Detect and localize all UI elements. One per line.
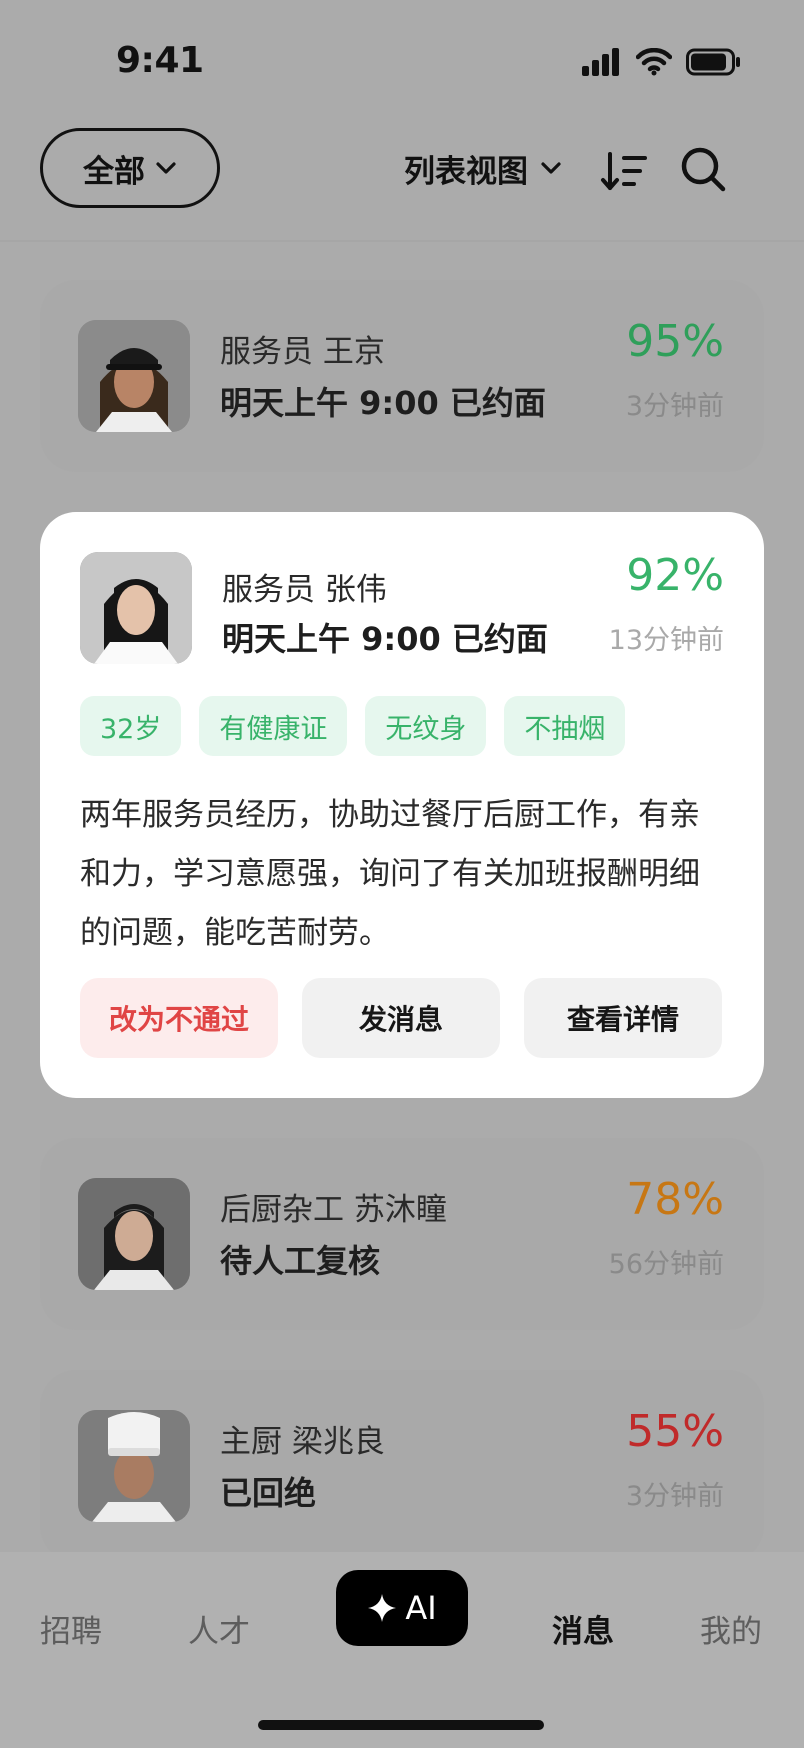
search-icon[interactable]: [678, 144, 728, 194]
avatar: [80, 552, 192, 664]
candidate-title: 后厨杂工 苏沐瞳: [220, 1184, 447, 1229]
battery-icon: [686, 48, 740, 76]
candidate-role: 服务员: [220, 334, 313, 370]
candidate-role: 后厨杂工: [220, 1192, 344, 1228]
send-message-button[interactable]: 发消息: [302, 978, 500, 1058]
view-mode-dropdown[interactable]: 列表视图: [404, 140, 562, 196]
status-bar: 9:41: [0, 0, 804, 120]
candidate-summary: 两年服务员经历，协助过餐厅后厨工作，有亲和力，学习意愿强，询问了有关加班报酬明细…: [80, 797, 700, 951]
candidate-card[interactable]: 主厨 梁兆良 已回绝 55% 3分钟前: [40, 1370, 764, 1562]
sort-icon[interactable]: [600, 148, 648, 196]
candidate-title: 服务员 王京: [220, 326, 385, 371]
candidate-card[interactable]: 服务员 王京 明天上午 9:00 已约面 95% 3分钟前: [40, 280, 764, 472]
match-score: 78%: [626, 1174, 724, 1225]
candidate-name: 苏沐瞳: [353, 1192, 447, 1228]
screen: 9:41 全部 列表视图 服务员 王京 明天上午 9:00 已约面 95% 3分…: [0, 0, 804, 1748]
time-ago: 56分钟前: [608, 1249, 724, 1280]
avatar: [78, 320, 190, 432]
candidate-name: 张伟: [324, 572, 387, 608]
toolbar-divider: [0, 240, 804, 242]
candidate-role: 服务员: [222, 572, 315, 608]
candidate-name: 梁兆良: [291, 1424, 385, 1460]
wifi-icon: [636, 48, 672, 76]
tab-talent[interactable]: 人才: [188, 1606, 250, 1651]
chevron-down-icon: [156, 162, 176, 174]
filter-dropdown[interactable]: 全部: [40, 128, 220, 208]
ai-button[interactable]: AI: [336, 1570, 468, 1646]
toolbar: 全部 列表视图: [0, 120, 804, 240]
view-details-button[interactable]: 查看详情: [524, 978, 722, 1058]
candidate-title: 服务员 张伟: [222, 564, 387, 609]
avatar: [78, 1178, 190, 1290]
ai-label: AI: [405, 1589, 437, 1627]
cellular-signal-icon: [582, 48, 619, 76]
tag-age: 32岁: [80, 696, 182, 756]
status-icons: [582, 44, 742, 80]
chevron-down-icon: [541, 162, 561, 174]
candidate-role: 主厨: [220, 1424, 282, 1460]
tab-profile[interactable]: 我的: [700, 1606, 762, 1651]
time-ago: 3分钟前: [625, 1481, 724, 1512]
candidate-status: 待人工复核: [220, 1242, 381, 1280]
view-mode-label: 列表视图: [404, 153, 528, 190]
status-time: 9:41: [116, 40, 204, 81]
match-score: 55%: [626, 1406, 724, 1457]
candidate-name: 王京: [322, 334, 385, 370]
candidate-title: 主厨 梁兆良: [220, 1416, 385, 1461]
candidate-status: 已回绝: [220, 1474, 317, 1512]
filter-label: 全部: [83, 153, 145, 190]
time-ago: 3分钟前: [625, 391, 724, 422]
tab-recruiting[interactable]: 招聘: [40, 1606, 102, 1651]
bottom-tab-bar: 招聘 人才 AI 消息 我的: [0, 1552, 804, 1748]
card-actions: 改为不通过 发消息 查看详情: [80, 978, 722, 1058]
time-ago: 13分钟前: [608, 625, 724, 656]
tag-no-tattoo: 无纹身: [365, 696, 487, 756]
candidate-status: 明天上午 9:00 已约面: [220, 384, 546, 422]
reject-button[interactable]: 改为不通过: [80, 978, 278, 1058]
tag-non-smoker: 不抽烟: [504, 696, 626, 756]
tab-messages[interactable]: 消息: [552, 1606, 614, 1651]
avatar: [78, 1410, 190, 1522]
match-score: 92%: [626, 550, 724, 601]
candidate-tags: 32岁 有健康证 无纹身 不抽烟: [80, 696, 626, 756]
match-score: 95%: [626, 316, 724, 367]
sparkle-icon: [368, 1594, 397, 1622]
home-indicator: [258, 1720, 544, 1730]
candidate-card-expanded[interactable]: 服务员 张伟 明天上午 9:00 已约面 92% 13分钟前 32岁 有健康证 …: [40, 512, 764, 1098]
candidate-card[interactable]: 后厨杂工 苏沐瞳 待人工复核 78% 56分钟前: [40, 1138, 764, 1330]
tag-health-certificate: 有健康证: [199, 696, 348, 756]
candidate-status: 明天上午 9:00 已约面: [222, 620, 548, 658]
